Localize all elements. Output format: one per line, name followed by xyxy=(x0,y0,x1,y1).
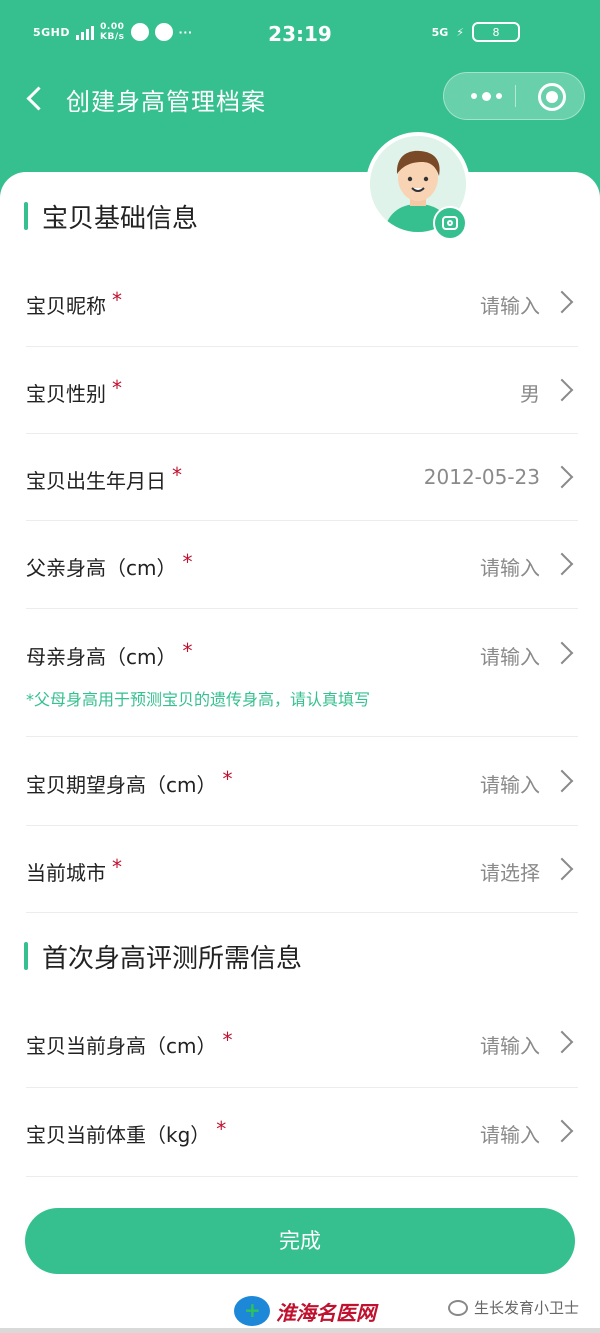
field-value: 请输入 xyxy=(480,294,540,318)
field-label: 当前城市 * xyxy=(26,855,122,886)
field-label-text: 母亲身高（cm） xyxy=(26,645,177,669)
required-mark: * xyxy=(182,550,193,574)
field-label-text: 宝贝出生年月日 xyxy=(26,469,166,493)
field-label: 宝贝期望身高（cm） * xyxy=(26,767,233,798)
field-label-text: 宝贝当前体重（kg） xyxy=(26,1123,211,1147)
page-title: 创建身高管理档案 xyxy=(66,88,266,116)
wechat-icon xyxy=(448,1299,468,1316)
field-value: 请选择 xyxy=(480,861,540,885)
camera-icon[interactable] xyxy=(433,206,467,240)
required-mark: * xyxy=(112,288,122,312)
watermark-right-text: 生长发育小卫士 xyxy=(474,1299,580,1317)
chevron-right-icon xyxy=(550,857,574,881)
field-label-text: 宝贝性别 xyxy=(26,382,106,406)
section-title-measure: 首次身高评测所需信息 xyxy=(24,938,302,975)
field-value: 男 xyxy=(520,382,540,406)
chevron-right-icon xyxy=(550,769,574,793)
chevron-right-icon xyxy=(550,1030,574,1054)
field-row-current-weight[interactable]: 宝贝当前体重（kg） * 请输入 xyxy=(26,1117,578,1177)
field-label: 宝贝当前体重（kg） * xyxy=(26,1117,227,1148)
field-label: 父亲身高（cm） * xyxy=(26,550,193,581)
field-label-text: 当前城市 xyxy=(26,861,106,885)
bottom-strip xyxy=(0,1328,600,1333)
field-row-city[interactable]: 当前城市 * 请选择 xyxy=(26,855,578,913)
field-value: 2012-05-23 xyxy=(423,465,540,489)
field-row-current-height[interactable]: 宝贝当前身高（cm） * 请输入 xyxy=(26,1028,578,1088)
required-mark: * xyxy=(182,639,193,663)
parents-height-hint: *父母身高用于预测宝贝的遗传身高，请认真填写 xyxy=(26,690,371,709)
chevron-right-icon xyxy=(550,290,574,314)
field-value: 请输入 xyxy=(480,645,540,669)
required-mark: * xyxy=(112,855,122,879)
required-mark: * xyxy=(172,463,182,487)
chevron-right-icon xyxy=(550,552,574,576)
field-label: 宝贝昵称 * xyxy=(26,288,122,319)
chevron-right-icon xyxy=(550,378,574,402)
medical-logo-icon xyxy=(234,1296,270,1326)
field-row-father-height[interactable]: 父亲身高（cm） * 请输入 xyxy=(26,550,578,609)
chevron-right-icon xyxy=(550,641,574,665)
capsule-divider xyxy=(515,85,516,107)
section-title-basic: 宝贝基础信息 xyxy=(24,198,198,235)
field-label: 宝贝当前身高（cm） * xyxy=(26,1028,233,1059)
field-label-text: 宝贝昵称 xyxy=(26,294,106,318)
signal-5g-label: 5G xyxy=(431,25,449,39)
field-label: 母亲身高（cm） * xyxy=(26,639,193,670)
miniprogram-capsule xyxy=(443,72,585,120)
watermark-right: 生长发育小卫士 xyxy=(448,1297,579,1318)
field-label: 宝贝出生年月日 * xyxy=(26,463,182,494)
watermark-left-text: 淮海名医网 xyxy=(276,1300,376,1325)
done-button[interactable]: 完成 xyxy=(25,1208,575,1274)
field-label-text: 父亲身高（cm） xyxy=(26,556,177,580)
field-row-nickname[interactable]: 宝贝昵称 * 请输入 xyxy=(26,288,578,347)
battery-icon: 8 xyxy=(472,22,520,42)
required-mark: * xyxy=(112,376,122,400)
field-label-text: 宝贝当前身高（cm） xyxy=(26,1034,217,1058)
status-bar: 5GHD 0.00 KB/s ··· 23:19 5G ⚡ 8 xyxy=(0,0,600,70)
field-label-text: 宝贝期望身高（cm） xyxy=(26,773,217,797)
field-row-expected-height[interactable]: 宝贝期望身高（cm） * 请输入 xyxy=(26,767,578,826)
required-mark: * xyxy=(222,1028,233,1052)
field-label: 宝贝性别 * xyxy=(26,376,122,407)
field-row-gender[interactable]: 宝贝性别 * 男 xyxy=(26,376,578,434)
required-mark: * xyxy=(222,767,233,791)
back-chevron-icon[interactable] xyxy=(22,80,52,114)
more-menu-icon[interactable] xyxy=(458,73,514,119)
field-value: 请输入 xyxy=(480,1123,540,1147)
charging-icon: ⚡ xyxy=(456,25,464,39)
field-value: 请输入 xyxy=(480,773,540,797)
watermark-left: 淮海名医网 xyxy=(234,1296,376,1326)
chevron-right-icon xyxy=(550,1119,574,1143)
chevron-right-icon xyxy=(550,465,574,489)
field-row-birthday[interactable]: 宝贝出生年月日 * 2012-05-23 xyxy=(26,463,578,521)
battery-level: 8 xyxy=(492,25,500,39)
field-value: 请输入 xyxy=(480,556,540,580)
field-value: 请输入 xyxy=(480,1034,540,1058)
close-miniprogram-icon[interactable] xyxy=(538,83,566,111)
status-right: 5G ⚡ 8 xyxy=(432,22,520,42)
required-mark: * xyxy=(216,1117,227,1141)
